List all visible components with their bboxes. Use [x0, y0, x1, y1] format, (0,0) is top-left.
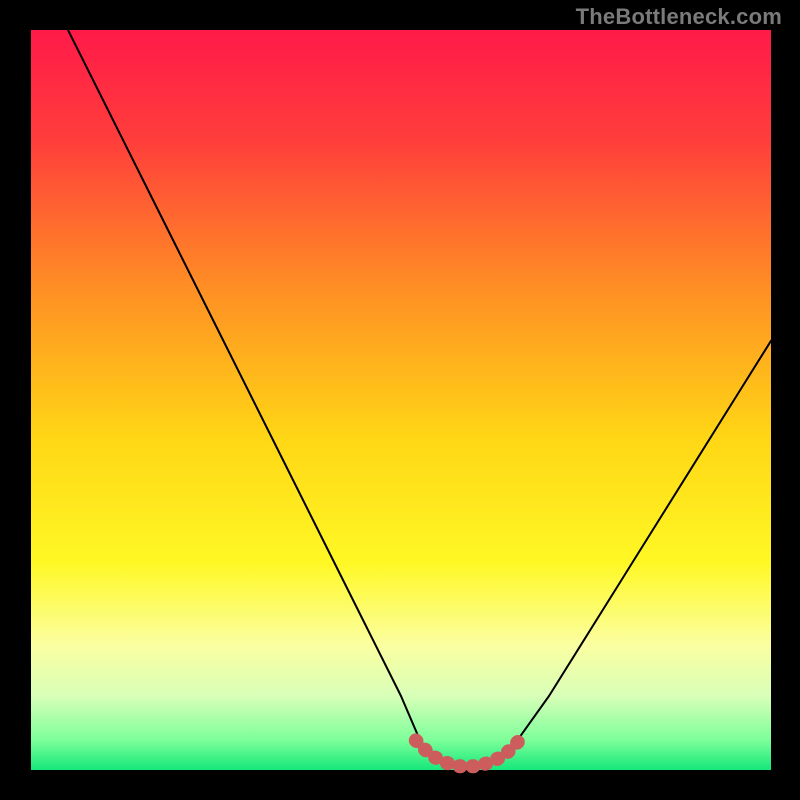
chart-frame: TheBottleneck.com	[0, 0, 800, 800]
plot-background	[31, 30, 771, 770]
chart-svg	[0, 0, 800, 800]
